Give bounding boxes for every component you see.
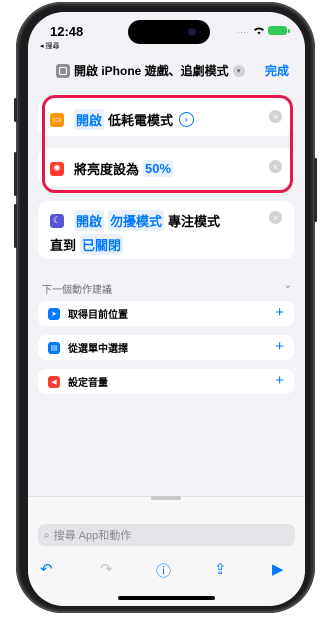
share-icon[interactable]: ⇪	[214, 560, 227, 578]
until-value[interactable]: 已關閉	[80, 234, 124, 255]
chevron-down-icon: ⌄	[283, 280, 292, 291]
status-time: 12:48	[50, 24, 84, 39]
nav-bar: 開啟 iPhone 遊戲、追劇模式 ▾ 完成	[28, 58, 305, 84]
moon-icon: ☾	[50, 213, 64, 228]
screen: 12:48 ◂ 搜尋 .... 開啟 iPhone 遊戲、追劇模式 ▾ 完成 ▭…	[28, 12, 305, 606]
suggestions-title: 下一個動作建議	[42, 285, 112, 296]
focus-mode-value[interactable]: 勿擾模式	[108, 210, 165, 231]
undo-icon[interactable]: ↶	[40, 560, 53, 578]
status-icons: ....	[237, 26, 290, 35]
play-icon[interactable]: ▶	[272, 560, 284, 578]
sheet-grabber[interactable]	[151, 496, 181, 500]
action-verb[interactable]: 開啟	[74, 210, 105, 231]
suggestion-get-location[interactable]: ➤ 取得目前位置 +	[38, 301, 294, 326]
suggestion-set-volume[interactable]: ◀ 設定音量 +	[38, 369, 294, 394]
add-icon[interactable]: +	[275, 338, 284, 355]
search-input[interactable]: ⌕ 搜尋 App和動作	[38, 524, 295, 546]
shortcut-app-icon	[56, 63, 70, 78]
phone-side-button-left-1	[14, 98, 17, 122]
battery-charging-icon	[268, 26, 290, 35]
suggestion-choose-from-menu[interactable]: ▤ 從選單中選擇 +	[38, 335, 294, 360]
home-indicator	[118, 596, 215, 600]
chevron-down-icon: ▾	[232, 64, 245, 77]
action-text-line2: 直到	[50, 238, 77, 253]
back-to-app-link[interactable]: ◂ 搜尋	[40, 41, 59, 51]
location-icon: ➤	[48, 307, 60, 320]
phone-side-button-right	[314, 158, 317, 222]
phone-side-button-left-2	[14, 152, 17, 196]
suggestion-label: 設定音量	[68, 378, 108, 389]
suggestion-label: 從選單中選擇	[68, 344, 128, 355]
add-icon[interactable]: +	[275, 304, 284, 321]
redo-icon[interactable]: ↷	[100, 560, 113, 578]
dynamic-island	[128, 20, 210, 44]
cellular-icon: ....	[237, 26, 250, 35]
action-focus-mode[interactable]: ☾ 開啟 勿擾模式 專注模式 直到 已關閉 ×	[38, 201, 294, 259]
bottom-sheet	[28, 496, 305, 606]
menu-icon: ▤	[48, 341, 60, 354]
suggestions-header[interactable]: 下一個動作建議 ⌄	[42, 280, 292, 296]
shortcut-title-button[interactable]: 開啟 iPhone 遊戲、追劇模式 ▾	[56, 62, 245, 79]
phone-side-button-left-3	[14, 204, 17, 248]
info-icon[interactable]: ⓘ	[156, 560, 171, 581]
speaker-icon: ◀	[48, 375, 60, 388]
done-button[interactable]: 完成	[265, 62, 289, 79]
search-icon: ⌕	[44, 529, 50, 541]
highlight-box	[42, 95, 293, 193]
search-placeholder: 搜尋 App和動作	[53, 530, 132, 542]
editor-toolbar: ↶ ↷ ⓘ ⇪ ▶	[28, 560, 305, 584]
suggestion-label: 取得目前位置	[68, 310, 128, 321]
action-text: 專注模式	[168, 214, 221, 229]
add-icon[interactable]: +	[275, 372, 284, 389]
shortcut-title: 開啟 iPhone 遊戲、追劇模式	[74, 64, 229, 78]
wifi-icon	[254, 27, 264, 35]
remove-action-button[interactable]: ×	[269, 211, 282, 224]
camera-icon	[188, 28, 196, 36]
